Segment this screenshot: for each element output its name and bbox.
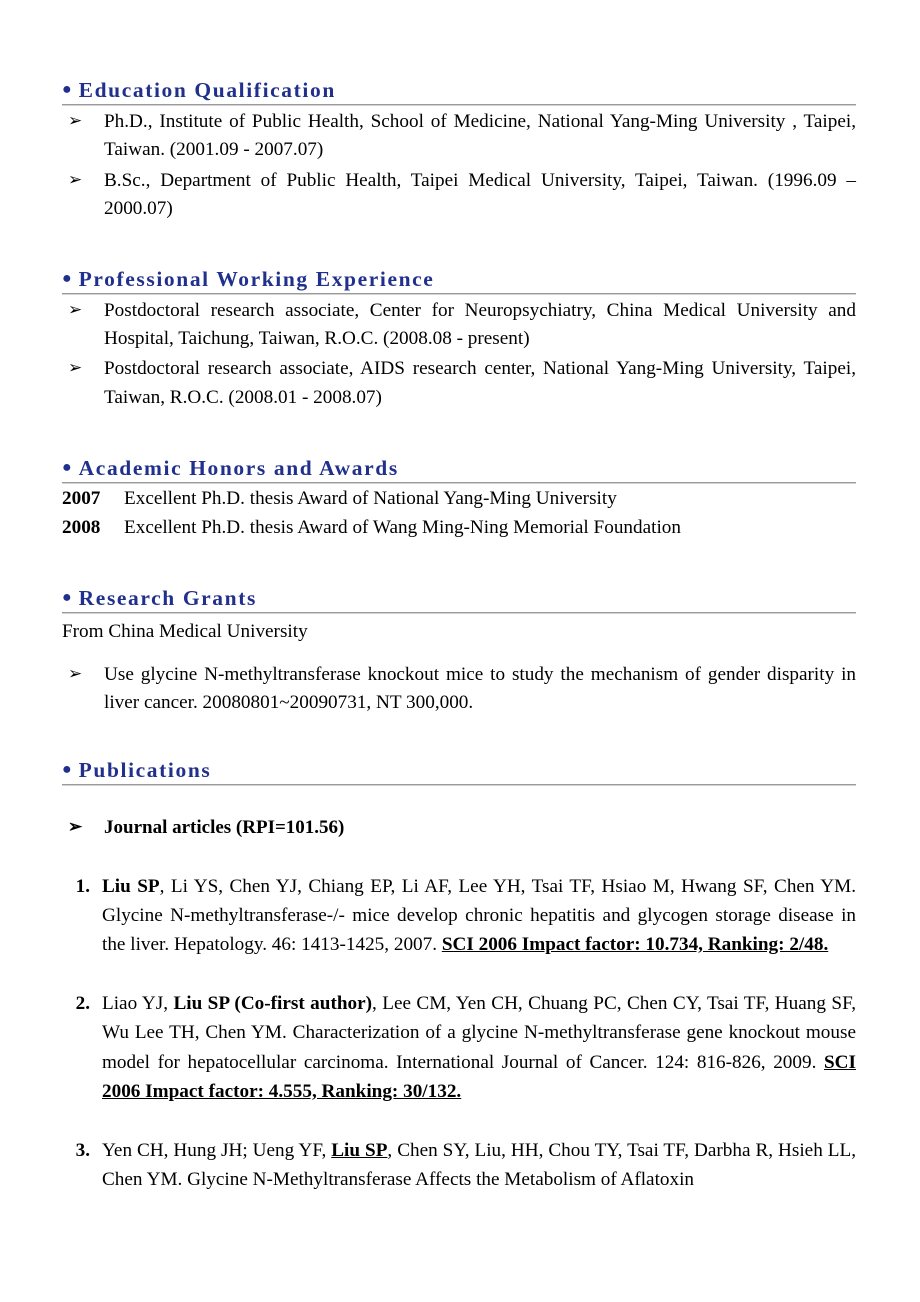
honor-year: 2007	[62, 487, 101, 509]
publication-authors-pre: Yen CH, Hung JH; Ueng YF,	[102, 1139, 332, 1161]
section-heading-grants: ● Research Grants	[62, 586, 856, 610]
section-heading-publications: ● Publications	[62, 758, 856, 782]
arrow-bullet-icon: ➢	[68, 300, 83, 320]
heading-rule	[62, 104, 856, 107]
publication-journal: Hepatology. 46: 1413-1425, 2007.	[173, 934, 442, 956]
bullet-icon: ●	[62, 760, 72, 778]
section-honors: ● Academic Honors and Awards 2007 Excellen…	[62, 456, 856, 542]
bullet-icon: ●	[62, 81, 72, 98]
honor-row: 2007 Excellent Ph.D. thesis Award of Nati…	[62, 484, 856, 513]
section-heading-publications-label: Publications	[78, 757, 212, 782]
publications-subheading: ➢ Journal articles (RPI=101.56)	[62, 814, 856, 842]
heading-rule	[62, 293, 856, 296]
section-heading-education-label: Education Qualification	[78, 78, 336, 102]
publication-entry: 2. Liao YJ, Liu SP (Co-first author), Lee…	[62, 989, 856, 1106]
bullet-icon: ●	[62, 458, 72, 476]
section-heading-education: ● Education Qualification	[62, 78, 856, 102]
experience-item: ➢ Postdoctoral research associate, Center…	[62, 297, 856, 353]
arrow-bullet-icon: ➢	[68, 358, 83, 378]
publication-entry: 1. Liu SP, Li YS, Chen YJ, Chiang EP, Li …	[62, 872, 856, 960]
experience-item-text: Postdoctoral research associate, AIDS re…	[104, 358, 856, 408]
publication-authors-pre: Liao YJ,	[102, 993, 174, 1015]
publication-entry: 3. Yen CH, Hung JH; Ueng YF, Liu SP, Chen…	[62, 1136, 856, 1194]
section-publications: ● Publications ➢ Journal articles (RPI=101…	[62, 758, 856, 1195]
experience-item-text: Postdoctoral research associate, Center …	[104, 300, 856, 350]
bullet-icon: ●	[62, 269, 72, 287]
publication-title: Glycine N-Methyltransferase Affects the …	[187, 1169, 695, 1191]
publication-author-highlight: Liu SP	[331, 1139, 388, 1161]
experience-item: ➢ Postdoctoral research associate, AIDS r…	[62, 355, 856, 411]
section-heading-grants-label: Research Grants	[78, 586, 257, 611]
section-grants: ● Research Grants From China Medical Univ…	[62, 586, 856, 717]
section-heading-experience-label: Professional Working Experience	[78, 266, 435, 291]
arrow-bullet-icon: ➢	[68, 816, 83, 836]
grant-source: From China Medical University	[62, 621, 308, 643]
grant-item: ➢ Use glycine N-methyltransferase knockou…	[62, 661, 856, 717]
honor-year: 2008	[62, 517, 101, 539]
publication-authors: , Li YS, Chen YJ, Chiang EP, Li AF, Lee …	[159, 875, 856, 897]
honor-text: Excellent Ph.D. thesis Award of Wang Min…	[124, 517, 681, 539]
education-item-text: B.Sc., Department of Public Health, Taip…	[104, 169, 856, 219]
publication-number: 1.	[75, 875, 90, 897]
section-education: ● Education Qualification ➢ Ph.D., Institu…	[62, 78, 856, 223]
heading-rule	[62, 612, 856, 615]
publication-author-highlight: Liu SP	[102, 875, 160, 897]
education-item: ➢ B.Sc., Department of Public Health, Tai…	[62, 167, 856, 223]
honor-row: 2008 Excellent Ph.D. thesis Award of Wang…	[62, 513, 856, 542]
cv-page: ● Education Qualification ➢ Ph.D., Institu…	[0, 0, 920, 1302]
bullet-icon: ●	[62, 589, 72, 607]
arrow-bullet-icon: ➢	[68, 664, 83, 684]
section-heading-honors: ● Academic Honors and Awards	[62, 456, 856, 480]
arrow-bullet-icon: ➢	[68, 169, 83, 189]
publication-number: 3.	[75, 1139, 90, 1161]
section-experience: ● Professional Working Experience ➢ Postdo…	[62, 267, 856, 412]
publication-number: 2.	[75, 993, 90, 1015]
publications-subheading-label: Journal articles (RPI=101.56)	[104, 816, 345, 838]
publication-journal: International Journal of Cancer. 124: 81…	[396, 1051, 824, 1073]
publication-author-highlight: Liu SP (Co-first author)	[173, 993, 373, 1015]
arrow-bullet-icon: ➢	[68, 111, 83, 131]
grant-item-text: Use glycine N-methyltransferase knockout…	[104, 664, 856, 714]
education-item-text: Ph.D., Institute of Public Health, Schoo…	[104, 111, 856, 161]
section-heading-experience: ● Professional Working Experience	[62, 267, 856, 291]
publication-impact-factor: SCI 2006 Impact factor: 10.734, Ranking:…	[441, 934, 829, 956]
section-heading-honors-label: Academic Honors and Awards	[78, 455, 399, 480]
honor-text: Excellent Ph.D. thesis Award of National…	[124, 487, 617, 509]
education-item: ➢ Ph.D., Institute of Public Health, Scho…	[62, 108, 856, 164]
